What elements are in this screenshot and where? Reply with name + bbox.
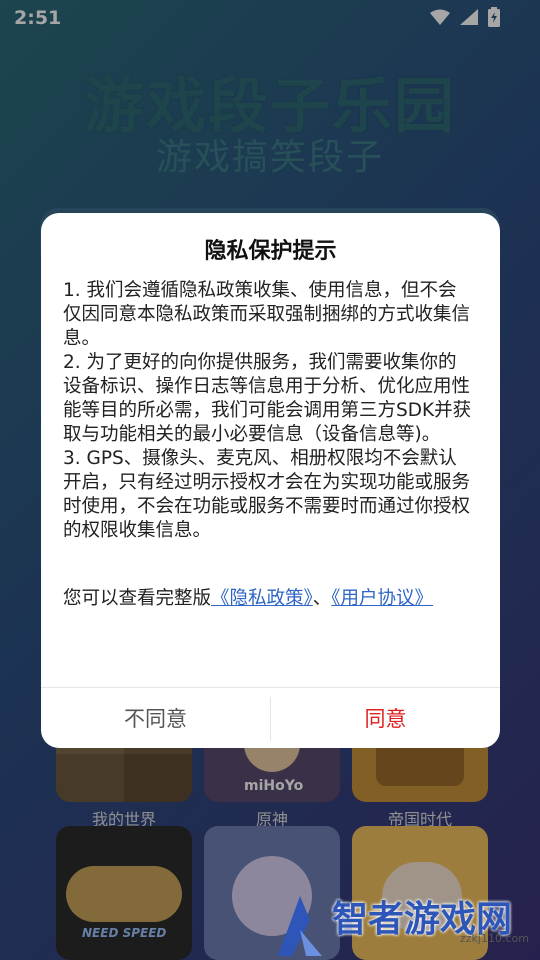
- watermark-logo-icon: [278, 896, 322, 956]
- policy-prefix: 您可以查看完整版: [63, 588, 212, 609]
- dialog-paragraph: 2. 为了更好的向你提供服务，我们需要收集你的设备标识、操作日志等信息用于分析、…: [63, 352, 472, 445]
- dialog-paragraph: 3. GPS、摄像头、麦克风、相册权限均不会默认开启，只有经过明示授权才会在为实…: [63, 448, 471, 541]
- policy-separator: 、: [312, 588, 332, 609]
- policy-links-text: 您可以查看完整版《隐私政策》、《用户协议》: [63, 587, 473, 611]
- disagree-button[interactable]: 不同意: [41, 688, 270, 748]
- watermark: 智者游戏网 zzkj110.com: [270, 890, 540, 960]
- privacy-policy-link[interactable]: 《隐私政策》: [211, 588, 313, 609]
- privacy-dialog: 隐私保护提示 1. 我们会遵循隐私政策收集、使用信息，但不会仅因同意本隐私政策而…: [41, 213, 500, 748]
- dialog-paragraph: 1. 我们会遵循隐私政策收集、使用信息，但不会仅因同意本隐私政策而采取强制捆绑的…: [63, 280, 471, 349]
- dialog-title: 隐私保护提示: [204, 239, 337, 264]
- agree-button[interactable]: 同意: [271, 688, 500, 748]
- user-agreement-link[interactable]: 《用户协议》: [331, 588, 433, 609]
- dialog-body: 1. 我们会遵循隐私政策收集、使用信息，但不会仅因同意本隐私政策而采取强制捆绑的…: [63, 279, 473, 543]
- watermark-url: zzkj110.com: [460, 932, 529, 945]
